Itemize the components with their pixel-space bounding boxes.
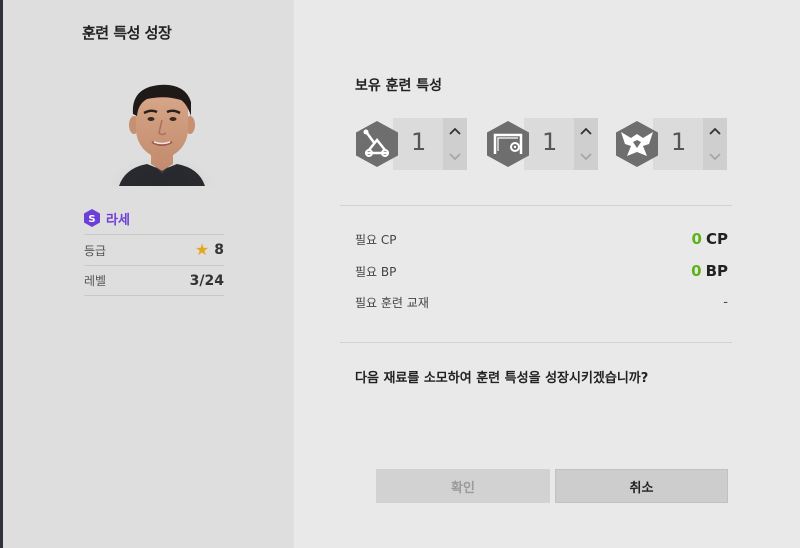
trait-item: 1 bbox=[484, 118, 598, 170]
star-icon: ★ bbox=[194, 240, 210, 259]
bp-unit: BP bbox=[705, 262, 728, 280]
winged-crest-icon bbox=[616, 121, 658, 167]
trait-count: 1 bbox=[411, 128, 427, 156]
season-badge-icon: S bbox=[84, 209, 100, 227]
trait-growth-dialog: 훈련 특성 성장 S 라세 등급 ★ 8 레벨 3/24 보유 훈련 특성 1 … bbox=[0, 0, 800, 548]
material-value: - bbox=[723, 294, 728, 310]
player-name-row: S 라세 bbox=[84, 207, 224, 229]
increase-button[interactable] bbox=[443, 118, 467, 144]
portrait-shadow bbox=[107, 156, 217, 186]
trait-stepper bbox=[574, 118, 598, 170]
trait-count: 1 bbox=[671, 128, 687, 156]
chevron-up-icon bbox=[709, 127, 721, 135]
owned-traits-title: 보유 훈련 특성 bbox=[355, 78, 443, 94]
level-value: 3/24 bbox=[189, 272, 224, 289]
divider bbox=[340, 342, 732, 343]
chevron-down-icon bbox=[580, 153, 592, 161]
trait-item: 1 bbox=[353, 118, 467, 170]
grade-value-group: ★ 8 bbox=[194, 240, 224, 259]
grade-row: 등급 ★ 8 bbox=[84, 234, 224, 265]
decrease-button[interactable] bbox=[443, 144, 467, 170]
bp-cost-row: 필요 BP 0 BP bbox=[355, 261, 728, 281]
bp-value-group: 0 BP bbox=[691, 262, 728, 280]
goal-net-icon bbox=[487, 121, 529, 167]
grade-value: 8 bbox=[214, 242, 224, 258]
trait-stepper bbox=[703, 118, 727, 170]
increase-button[interactable] bbox=[574, 118, 598, 144]
grade-label: 등급 bbox=[84, 243, 107, 258]
bp-label: 필요 BP bbox=[355, 264, 397, 279]
trait-count: 1 bbox=[542, 128, 558, 156]
increase-button[interactable] bbox=[703, 118, 727, 144]
trait-count-box: 1 bbox=[653, 118, 727, 170]
material-label: 필요 훈련 교재 bbox=[355, 295, 429, 310]
divider bbox=[340, 205, 732, 206]
catapult-icon bbox=[356, 121, 398, 167]
bp-value: 0 bbox=[691, 262, 702, 280]
chevron-down-icon bbox=[449, 153, 461, 161]
chevron-up-icon bbox=[449, 127, 461, 135]
chevron-up-icon bbox=[580, 127, 592, 135]
trait-count-box: 1 bbox=[393, 118, 467, 170]
trait-stepper bbox=[443, 118, 467, 170]
decrease-button[interactable] bbox=[574, 144, 598, 170]
confirm-question: 다음 재료를 소모하여 훈련 특성을 성장시키겠습니까? bbox=[355, 371, 649, 386]
cp-label: 필요 CP bbox=[355, 232, 397, 247]
trait-item: 1 bbox=[613, 118, 727, 170]
cancel-button[interactable]: 취소 bbox=[555, 469, 728, 503]
cp-value-group: 0 CP bbox=[692, 230, 728, 248]
season-badge-text: S bbox=[88, 214, 95, 225]
dialog-title: 훈련 특성 성장 bbox=[82, 24, 172, 42]
trait-count-box: 1 bbox=[524, 118, 598, 170]
cp-unit: CP bbox=[705, 230, 728, 248]
player-name: 라세 bbox=[106, 212, 130, 228]
cp-cost-row: 필요 CP 0 CP bbox=[355, 229, 728, 249]
chevron-down-icon bbox=[709, 153, 721, 161]
level-label: 레벨 bbox=[84, 274, 107, 288]
decrease-button[interactable] bbox=[703, 144, 727, 170]
cp-value: 0 bbox=[691, 230, 702, 248]
level-row: 레벨 3/24 bbox=[84, 265, 224, 296]
player-portrait bbox=[107, 78, 217, 186]
material-cost-row: 필요 훈련 교재 - bbox=[355, 292, 728, 312]
confirm-button[interactable]: 확인 bbox=[376, 469, 550, 503]
